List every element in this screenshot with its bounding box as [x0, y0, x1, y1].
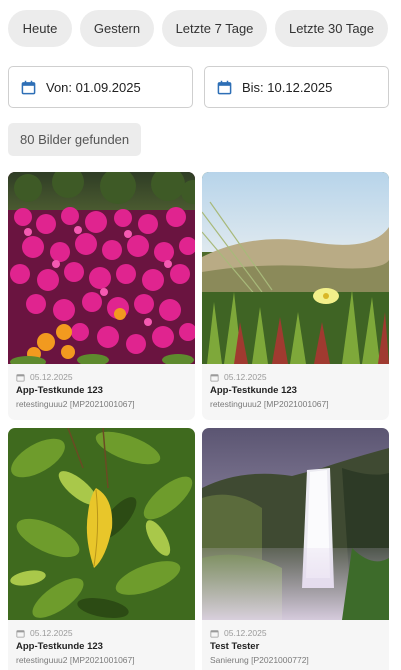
pink-flowers-photo [8, 172, 195, 364]
card-date-text: 05.12.2025 [224, 628, 267, 638]
date-to-label: Bis: 10.12.2025 [242, 79, 333, 95]
card-title: Test Tester [210, 641, 260, 652]
card-subtitle: retestinguuu2 [MP2021001067] [210, 399, 329, 409]
card-date-text: 05.12.2025 [224, 372, 267, 382]
chip-yesterday[interactable]: Gestern [80, 10, 154, 47]
image-card[interactable]: 05.12.2025 Test Tester Sanierung [P20210… [202, 428, 389, 670]
card-date: 05.12.2025 [210, 371, 389, 383]
results-count: 80 Bilder gefunden [8, 123, 142, 156]
card-title: App-Testkunde 123 [16, 641, 103, 652]
card-date: 05.12.2025 [16, 371, 195, 383]
card-title: App-Testkunde 123 [16, 385, 103, 396]
image-card[interactable]: 05.12.2025 App-Testkunde 123 retestinguu… [8, 172, 195, 420]
calendar-icon [16, 629, 25, 638]
chip-last-30-days[interactable]: Letzte 30 Tage [275, 10, 388, 47]
card-subtitle: Sanierung [P2021000772] [210, 655, 309, 665]
calendar-icon [210, 373, 219, 382]
image-card[interactable]: 05.12.2025 App-Testkunde 123 retestinguu… [8, 428, 195, 670]
card-date-text: 05.12.2025 [30, 628, 73, 638]
card-date: 05.12.2025 [210, 627, 389, 639]
calendar-icon [217, 80, 232, 94]
date-filter-chips: Heute Gestern Letzte 7 Tage Letzte 30 Ta… [8, 10, 393, 47]
image-grid: 05.12.2025 App-Testkunde 123 retestinguu… [8, 172, 389, 670]
calendar-icon [16, 373, 25, 382]
green-leaves-photo [8, 428, 195, 620]
card-title: App-Testkunde 123 [210, 385, 297, 396]
date-range: Von: 01.09.2025 Bis: 10.12.2025 [8, 66, 393, 108]
card-subtitle: retestinguuu2 [MP2021001067] [16, 655, 135, 665]
calendar-icon [21, 80, 36, 94]
date-from-label: Von: 01.09.2025 [46, 79, 141, 95]
dune-plants-photo [202, 172, 389, 364]
card-date-text: 05.12.2025 [30, 372, 73, 382]
date-from-field[interactable]: Von: 01.09.2025 [8, 66, 193, 108]
waterfall-photo [202, 428, 389, 620]
chip-today[interactable]: Heute [8, 10, 72, 47]
card-subtitle: retestinguuu2 [MP2021001067] [16, 399, 135, 409]
calendar-icon [210, 629, 219, 638]
card-date: 05.12.2025 [16, 627, 195, 639]
image-card[interactable]: 05.12.2025 App-Testkunde 123 retestinguu… [202, 172, 389, 420]
date-to-field[interactable]: Bis: 10.12.2025 [204, 66, 389, 108]
chip-last-7-days[interactable]: Letzte 7 Tage [162, 10, 267, 47]
